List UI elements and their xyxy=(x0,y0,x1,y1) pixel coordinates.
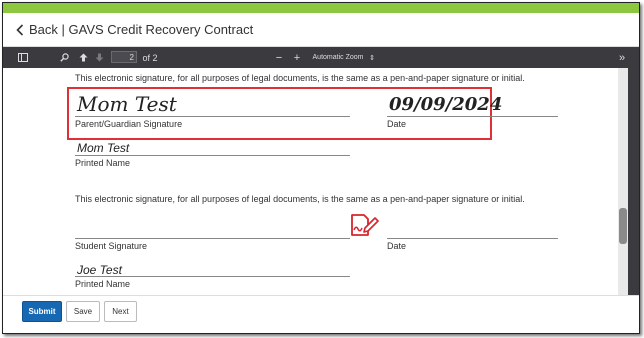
student-printed-name-line xyxy=(75,276,350,277)
parent-printed-name-line xyxy=(75,155,350,156)
app-window: Back | GAVS Credit Recovery Contract 2 o… xyxy=(2,2,640,334)
action-footer: Submit Save Next xyxy=(3,295,639,333)
submit-button[interactable]: Submit xyxy=(22,301,62,322)
zoom-in-button[interactable]: + xyxy=(291,47,303,68)
more-tools-button[interactable]: » xyxy=(615,47,629,68)
student-signature-line[interactable] xyxy=(75,238,350,239)
parent-printed-name: Mom Test xyxy=(77,141,130,155)
student-printed-name: Joe Test xyxy=(77,263,122,277)
signature-statement-2: This electronic signature, for all purpo… xyxy=(75,194,525,204)
printed-name-label-1: Printed Name xyxy=(75,158,131,168)
sidebar-toggle-icon[interactable] xyxy=(16,47,30,68)
student-date-line xyxy=(387,238,558,239)
page-title[interactable]: Back | GAVS Credit Recovery Contract xyxy=(29,22,253,37)
parent-date-line xyxy=(387,116,558,117)
student-date-label: Date xyxy=(387,241,407,251)
search-icon[interactable] xyxy=(57,47,71,68)
zoom-select[interactable]: Automatic Zoom xyxy=(310,47,366,68)
zoom-caret-icon[interactable]: ⇕ xyxy=(367,47,377,68)
page-count: of 2 xyxy=(142,52,158,63)
next-page-icon[interactable] xyxy=(92,47,106,68)
pdf-viewer: This electronic signature, for all purpo… xyxy=(3,68,639,295)
page-header: Back | GAVS Credit Recovery Contract xyxy=(3,13,639,47)
viewer-edge xyxy=(628,68,639,295)
printed-name-label-2: Printed Name xyxy=(75,279,131,289)
scrollbar-thumb[interactable] xyxy=(619,208,627,244)
pdf-toolbar: 2 of 2 − + Automatic Zoom ⇕ » xyxy=(3,47,639,68)
parent-signature: Mom Test xyxy=(77,92,177,116)
next-button[interactable]: Next xyxy=(104,301,137,322)
save-button[interactable]: Save xyxy=(66,301,100,322)
parent-signature-line xyxy=(75,116,350,117)
parent-signature-label: Parent/Guardian Signature xyxy=(75,119,183,129)
previous-page-icon[interactable] xyxy=(76,47,90,68)
vertical-scrollbar[interactable] xyxy=(618,68,628,295)
sign-here-icon[interactable] xyxy=(349,213,379,237)
parent-date-label: Date xyxy=(387,119,407,129)
back-chevron-icon[interactable] xyxy=(13,20,27,40)
pdf-page: This electronic signature, for all purpo… xyxy=(3,68,618,295)
parent-date: 09/09/2024 xyxy=(389,94,503,115)
brand-bar xyxy=(3,3,639,13)
signature-statement-1: This electronic signature, for all purpo… xyxy=(75,73,525,83)
page-number-input[interactable]: 2 xyxy=(111,51,137,63)
zoom-out-button[interactable]: − xyxy=(273,47,285,68)
student-signature-label: Student Signature xyxy=(75,241,148,251)
